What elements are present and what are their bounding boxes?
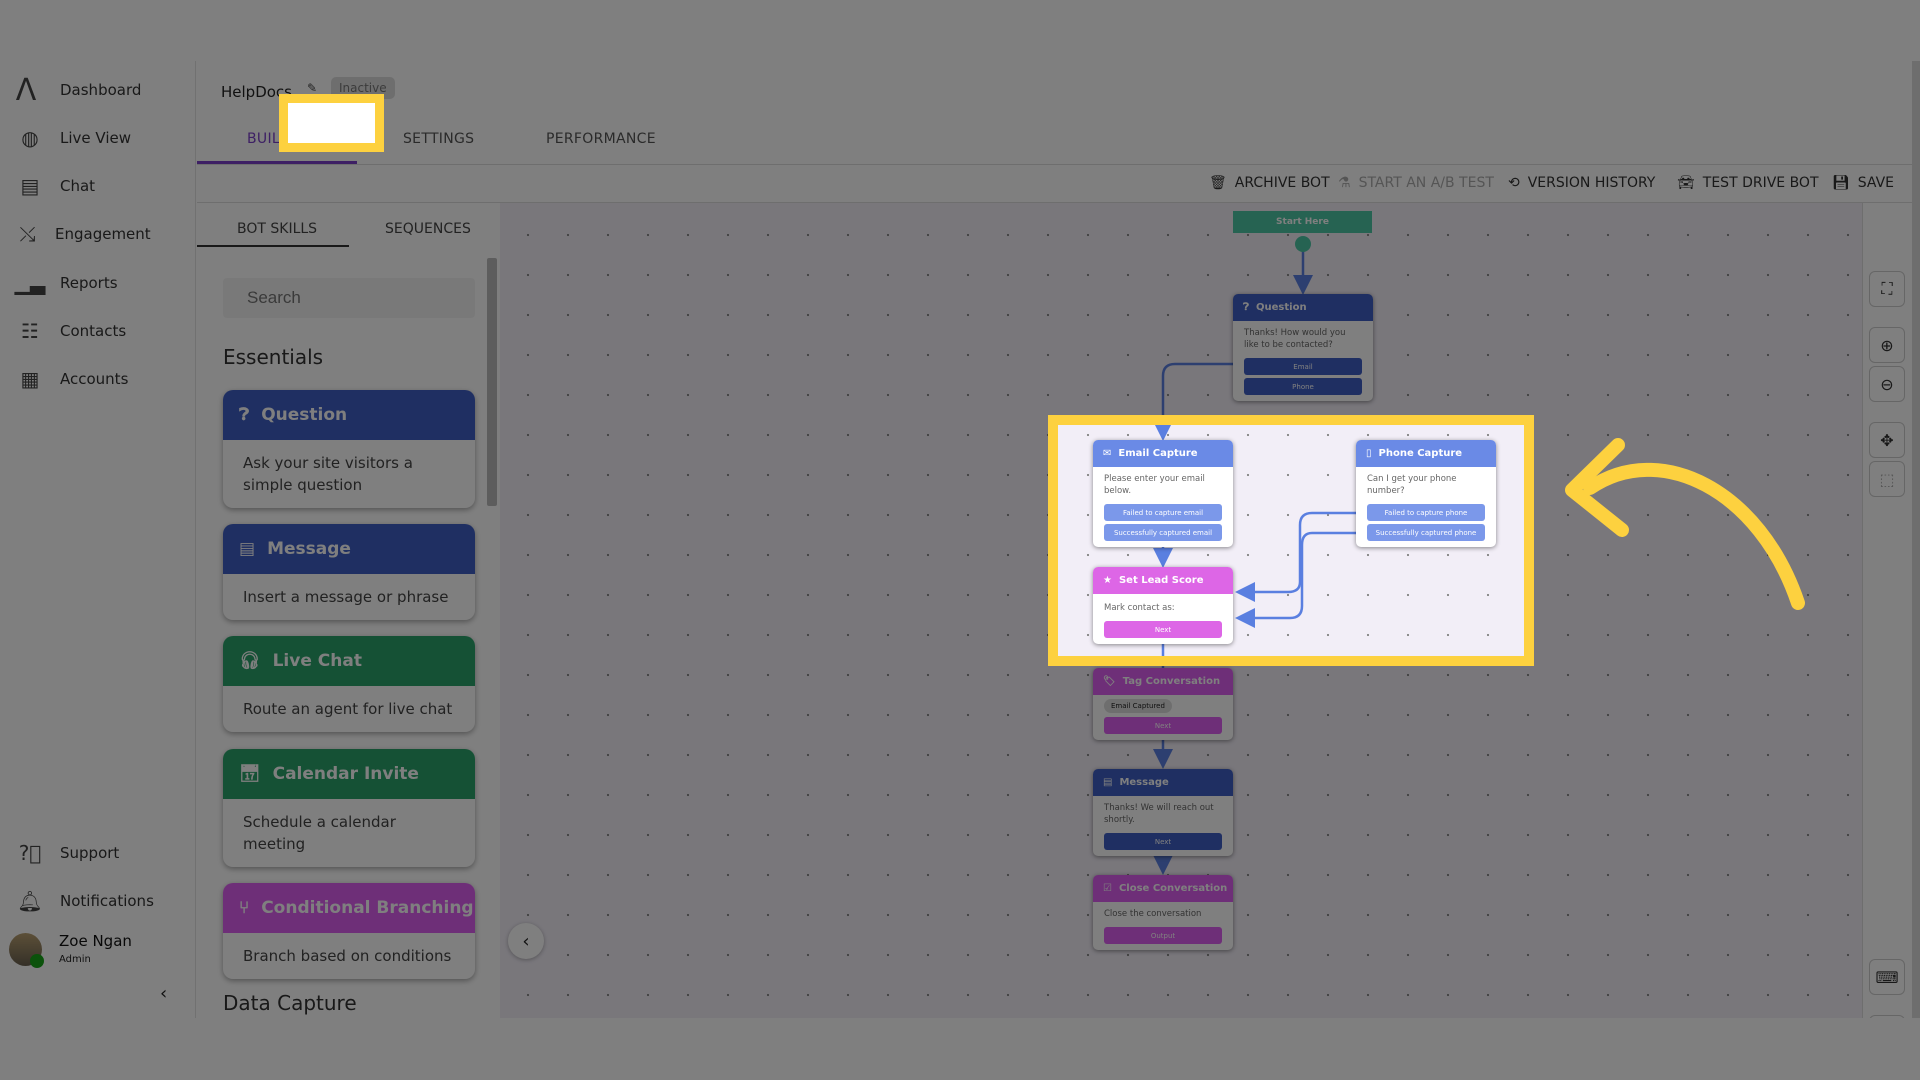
option-email[interactable]: Email bbox=[1244, 358, 1362, 375]
option-failed-phone[interactable]: Failed to capture phone bbox=[1367, 504, 1485, 521]
tag-pill: Email Captured bbox=[1104, 699, 1172, 713]
start-here-node[interactable]: Start Here bbox=[1233, 211, 1372, 233]
option-success-email[interactable]: Successfully captured email bbox=[1104, 524, 1222, 541]
next-button[interactable]: Next bbox=[1104, 717, 1222, 734]
node-phone-capture[interactable]: ▯ Phone Capture Can I get your phone numbe… bbox=[1356, 440, 1496, 547]
envelope-icon: ✉ bbox=[1103, 448, 1112, 459]
node-close-conversation[interactable]: ☑ Close Conversation Close the conversatio… bbox=[1093, 875, 1233, 950]
next-button[interactable]: Next bbox=[1104, 833, 1222, 850]
node-email-capture[interactable]: ✉ Email Capture Please enter your email be… bbox=[1093, 440, 1233, 547]
flow-connectors bbox=[1153, 236, 1368, 875]
node-set-lead-score[interactable]: ★ Set Lead Score Mark contact as: Next bbox=[1093, 567, 1233, 644]
connector-phone-failed bbox=[1235, 511, 1368, 602]
tag-icon: 🏷︎ bbox=[1103, 676, 1116, 687]
start-node-handle bbox=[1295, 236, 1311, 252]
question-icon: ❓︎ bbox=[1243, 302, 1250, 313]
message-icon: ▤ bbox=[1103, 777, 1113, 788]
node-question[interactable]: ❓︎ Question Thanks! How would you like to … bbox=[1233, 294, 1373, 401]
phone-icon: ▯ bbox=[1366, 448, 1372, 459]
connector-phone-success bbox=[1235, 531, 1368, 628]
option-phone[interactable]: Phone bbox=[1244, 378, 1362, 395]
option-success-phone[interactable]: Successfully captured phone bbox=[1367, 524, 1485, 541]
clipboard-check-icon: ☑ bbox=[1103, 883, 1112, 894]
node-tag-conversation[interactable]: 🏷︎ Tag Conversation Email Captured Next bbox=[1093, 668, 1233, 740]
node-message[interactable]: ▤ Message Thanks! We will reach out shortl… bbox=[1093, 769, 1233, 856]
next-button[interactable]: Next bbox=[1104, 621, 1222, 638]
option-failed-email[interactable]: Failed to capture email bbox=[1104, 504, 1222, 521]
callout-highlight-fill bbox=[288, 103, 375, 143]
star-icon: ★ bbox=[1103, 575, 1112, 586]
output-button[interactable]: Output bbox=[1104, 927, 1222, 944]
